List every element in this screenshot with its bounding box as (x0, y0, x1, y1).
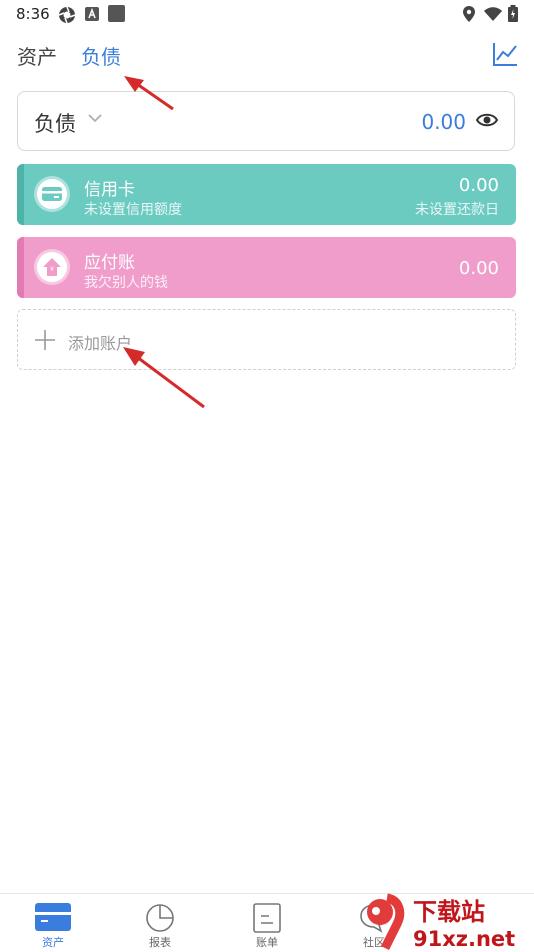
nav-label: 账单 (256, 936, 278, 949)
camera-shutter-icon (58, 6, 76, 24)
nav-label: 报表 (149, 936, 171, 949)
app-a-icon (85, 7, 99, 21)
account-icon-badge (34, 176, 70, 212)
chevron-down-icon[interactable] (88, 114, 102, 123)
account-color-stripe (17, 237, 24, 298)
watermark-text-bottom: 91xz.net (413, 927, 515, 951)
battery-icon (508, 5, 518, 22)
wifi-icon (484, 7, 502, 21)
pie-chart-icon (146, 904, 174, 932)
account-subtitle: 未设置信用额度 (84, 202, 182, 218)
plus-icon (35, 330, 55, 350)
tab-liabilities[interactable]: 负债 (81, 41, 121, 70)
app-square-icon (108, 5, 125, 22)
bill-icon (253, 903, 281, 933)
account-name: 应付账 (84, 253, 135, 273)
account-amount: 0.00 (458, 258, 499, 279)
credit-card-icon (42, 187, 62, 201)
nav-reports[interactable]: 报表 (120, 894, 200, 951)
account-card-credit[interactable]: 信用卡 未设置信用额度 0.00 未设置还款日 (17, 164, 516, 225)
svg-text:¥: ¥ (50, 266, 54, 273)
summary-total-amount: 0.00 (421, 110, 466, 134)
account-card-payable[interactable]: ¥ 应付账 我欠别人的钱 0.00 (17, 237, 516, 298)
tab-assets[interactable]: 资产 (17, 41, 57, 70)
nav-bills[interactable]: 账单 (227, 894, 307, 951)
add-account-label: 添加账户 (68, 334, 133, 353)
status-time: 8:36 (16, 5, 50, 23)
nav-assets[interactable]: 资产 (13, 894, 93, 951)
liabilities-summary-card[interactable]: 负债 0.00 (17, 91, 515, 151)
trend-chart-icon (493, 43, 517, 66)
summary-title: 负债 (34, 112, 76, 136)
nav-label: 资产 (42, 936, 64, 949)
account-subtitle: 我欠别人的钱 (84, 275, 168, 291)
account-amount: 0.00 (458, 175, 499, 196)
account-color-stripe (17, 164, 24, 225)
eye-visibility-icon[interactable] (476, 112, 498, 128)
location-icon (463, 6, 475, 22)
payable-house-icon: ¥ (43, 258, 61, 276)
watermark-text-top: 下载站 (413, 898, 485, 926)
trend-chart-button[interactable] (491, 40, 519, 68)
status-bar: 8:36 (0, 0, 534, 28)
wallet-icon (35, 903, 71, 931)
add-account-button[interactable]: 添加账户 (17, 309, 516, 370)
site-watermark-logo: 下载站 91xz.net (367, 893, 515, 951)
account-name: 信用卡 (84, 180, 135, 200)
account-due-date-status: 未设置还款日 (415, 202, 499, 218)
account-icon-badge: ¥ (34, 249, 70, 285)
